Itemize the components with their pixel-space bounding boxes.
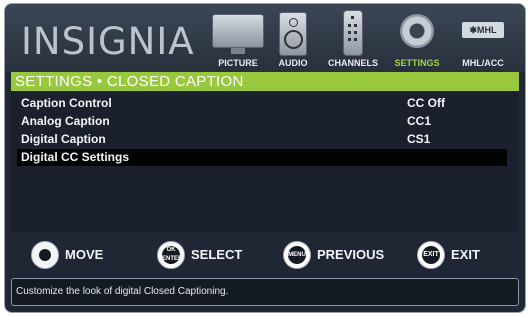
picture-icon — [212, 14, 264, 54]
help-text: Customize the look of digital Closed Cap… — [11, 278, 519, 306]
menu-item-value: CC Off — [407, 96, 445, 110]
menu-item-digital-cc-settings[interactable]: Digital CC Settings — [17, 149, 507, 166]
mhl-icon: ✱MHL — [462, 22, 504, 38]
tab-picture[interactable]: PICTURE — [205, 8, 271, 70]
page-title: SETTINGS • CLOSED CAPTION — [11, 72, 519, 91]
audio-speaker-icon — [279, 12, 307, 56]
menu-icon: MENU — [283, 241, 311, 269]
exit-icon: EXIT — [417, 241, 445, 269]
menu-tabs: PICTURE AUDIO CHANNELS SETTINGS ✱MHL MHL… — [205, 8, 521, 70]
tab-audio-label: AUDIO — [278, 58, 308, 68]
top-bar: INSIGNIA PICTURE AUDIO CHANNELS SETTINGS — [5, 4, 525, 72]
tab-audio[interactable]: AUDIO — [269, 8, 317, 70]
select-label: SELECT — [191, 247, 243, 262]
tab-mhl-acc[interactable]: ✱MHL MHL/ACC — [451, 8, 515, 70]
menu-item-analog-caption[interactable]: Analog Caption CC1 — [17, 113, 507, 130]
dpad-icon — [31, 241, 59, 269]
ok-enter-icon: OK ENTER — [157, 241, 185, 269]
menu-item-value: CS1 — [407, 132, 431, 146]
menu-item-label: Digital CC Settings — [21, 150, 130, 164]
settings-gear-icon — [400, 14, 434, 48]
menu-item-digital-caption[interactable]: Digital Caption CS1 — [17, 131, 507, 148]
move-label: MOVE — [65, 247, 104, 262]
menu-item-caption-control[interactable]: Caption Control CC Off — [17, 95, 507, 112]
tab-channels[interactable]: CHANNELS — [321, 8, 385, 70]
tv-menu-frame: INSIGNIA PICTURE AUDIO CHANNELS SETTINGS — [4, 3, 526, 313]
key-guide: MOVE OK ENTER SELECT MENU PREVIOUS EXIT … — [5, 240, 525, 270]
settings-menu-list: Caption Control CC Off Analog Caption CC… — [11, 92, 519, 232]
insignia-logo: INSIGNIA — [21, 20, 195, 63]
menu-item-label: Analog Caption — [21, 114, 110, 128]
tab-picture-label: PICTURE — [218, 58, 258, 68]
tab-mhl-acc-label: MHL/ACC — [462, 58, 504, 68]
tab-settings[interactable]: SETTINGS — [387, 8, 447, 70]
previous-label: PREVIOUS — [317, 247, 385, 262]
tab-settings-label: SETTINGS — [394, 58, 440, 68]
tab-channels-label: CHANNELS — [327, 58, 378, 68]
exit-label: EXIT — [451, 247, 480, 262]
remote-control-icon — [343, 10, 363, 56]
menu-item-value: CC1 — [407, 114, 432, 128]
menu-item-label: Caption Control — [21, 96, 112, 110]
menu-item-label: Digital Caption — [21, 132, 106, 146]
